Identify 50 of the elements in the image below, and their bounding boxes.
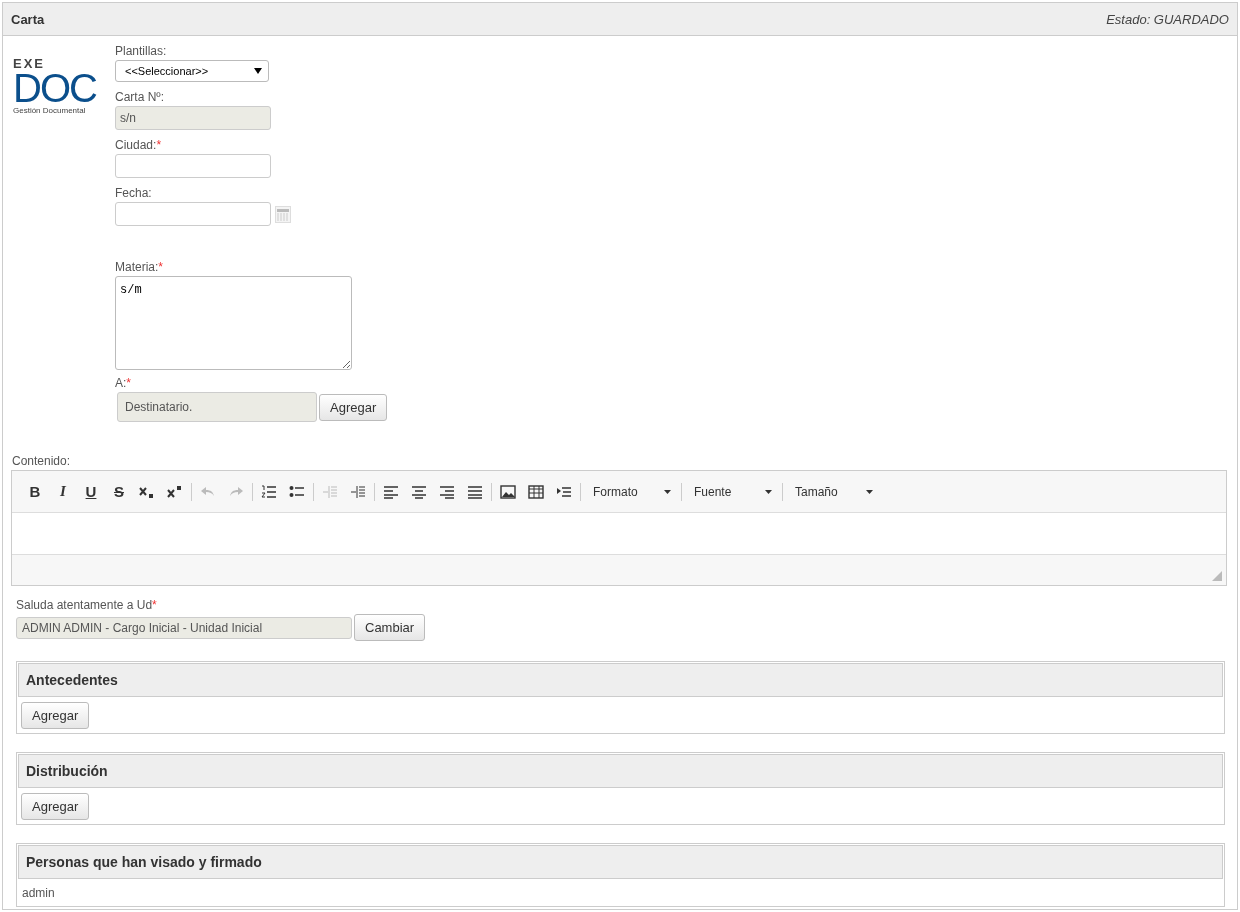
resize-handle-icon[interactable]: [1212, 571, 1222, 581]
align-center-icon: [411, 484, 427, 499]
bold-button[interactable]: B: [21, 477, 49, 506]
number-field[interactable]: s/n: [115, 106, 271, 130]
section-title: Distribución: [26, 763, 108, 779]
subject-textarea[interactable]: s/m: [115, 276, 352, 370]
field-label: Fecha:: [115, 186, 152, 200]
signer-field[interactable]: ADMIN ADMIN - Cargo Inicial - Unidad Inicial: [16, 616, 352, 639]
city-field[interactable]: [115, 154, 271, 178]
image-icon: [500, 484, 516, 499]
field-label: Plantillas:: [115, 44, 167, 58]
toolbar-dropdown[interactable]: Fuente: [684, 477, 780, 506]
caret-icon: [765, 489, 772, 494]
toolbar-dropdown[interactable]: Formato: [583, 477, 679, 506]
signer-name: admin: [21, 885, 56, 902]
add-button[interactable]: Agregar: [319, 393, 388, 421]
bullet-list-icon: [289, 484, 305, 499]
italic-button[interactable]: I: [49, 477, 77, 506]
line-icon: [556, 484, 572, 499]
numbered-list-icon: [261, 484, 277, 499]
underline-button[interactable]: U: [77, 477, 105, 506]
field-label: Materia:*: [115, 260, 164, 274]
panel-title: Carta: [11, 11, 45, 27]
date-field[interactable]: [115, 202, 271, 226]
justify-icon: [467, 484, 483, 499]
caret-icon: [254, 68, 262, 74]
template-select[interactable]: <<Seleccionar>>: [115, 60, 269, 82]
field-label: Saluda atentamente a Ud*: [16, 598, 158, 612]
logo: EXE DOC Gestión Documental: [13, 55, 97, 117]
status-text: Estado: GUARDADO: [1106, 11, 1229, 27]
field-label: Carta Nº:: [115, 90, 165, 104]
table-icon: [528, 484, 544, 499]
toolbar-dropdown[interactable]: Tamaño: [785, 477, 881, 506]
caret-icon: [664, 489, 671, 494]
outdent-icon: [322, 484, 338, 499]
recipient-field[interactable]: Destinatario.: [117, 392, 317, 422]
field-label: A:*: [115, 376, 131, 390]
align-left-icon: [383, 484, 399, 499]
indent-icon: [350, 484, 366, 499]
align-right-icon: [439, 484, 455, 499]
add-button[interactable]: Agregar: [21, 702, 90, 729]
superscript-icon: [167, 484, 183, 499]
caret-icon: [866, 489, 873, 494]
field-label: Contenido:: [12, 454, 72, 468]
strike-button[interactable]: S: [105, 477, 133, 506]
add-button[interactable]: Agregar: [21, 793, 90, 820]
section-title: Antecedentes: [26, 672, 118, 688]
section-title: Personas que han visado y firmado: [26, 854, 262, 870]
field-label: Ciudad:*: [115, 138, 162, 152]
change-button[interactable]: Cambiar: [354, 614, 426, 641]
